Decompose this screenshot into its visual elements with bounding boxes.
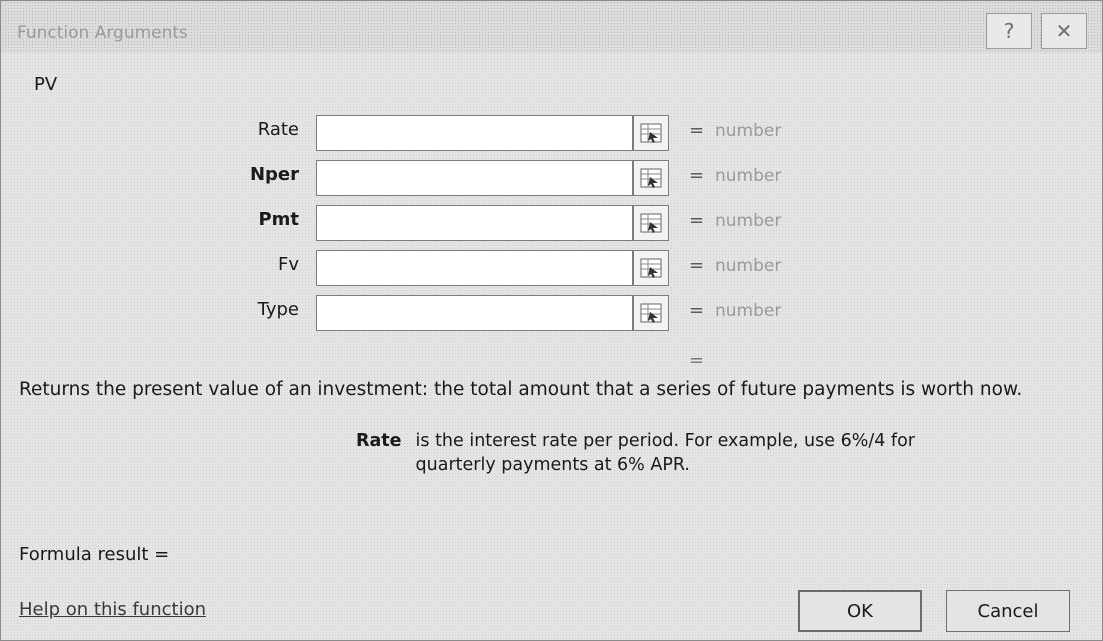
argument-help-text: is the interest rate per period. For exa… — [415, 431, 915, 475]
equals-sign: = — [689, 300, 705, 321]
ok-button[interactable]: OK — [798, 590, 922, 632]
type-input[interactable] — [316, 295, 633, 331]
fv-input[interactable] — [316, 250, 633, 286]
arg-label-type: Type — [257, 299, 299, 320]
arg-hint-pmt: number — [715, 211, 782, 231]
rate-input[interactable] — [316, 115, 633, 151]
formula-result: Formula result = — [19, 544, 170, 565]
fv-collapse-button[interactable] — [633, 250, 669, 286]
equals-sign: = — [689, 165, 705, 186]
equals-sign: = — [689, 120, 705, 141]
equals-sign: = — [689, 210, 705, 231]
function-value-equals: = — [689, 350, 705, 371]
arg-hint-type: number — [715, 301, 782, 321]
pmt-collapse-button[interactable] — [633, 205, 669, 241]
cancel-button[interactable]: Cancel — [946, 590, 1070, 632]
arg-label-rate: Rate — [257, 119, 299, 140]
pmt-input[interactable] — [316, 205, 633, 241]
title-bar[interactable]: Function Arguments ? ✕ — [1, 1, 1102, 53]
help-on-function-link[interactable]: Help on this function — [19, 599, 206, 620]
arg-hint-nper: number — [715, 166, 782, 186]
type-collapse-button[interactable] — [633, 295, 669, 331]
arg-label-pmt: Pmt — [258, 209, 299, 230]
range-select-icon — [640, 123, 662, 143]
function-name: PV — [34, 74, 58, 95]
arg-label-nper: Nper — [249, 164, 299, 185]
argument-help-name: Rate — [356, 431, 402, 451]
range-select-icon — [640, 258, 662, 278]
range-select-icon — [640, 213, 662, 233]
function-arguments-dialog: Function Arguments ? ✕ PV Rate = number … — [0, 0, 1103, 641]
range-select-icon — [640, 303, 662, 323]
close-button[interactable]: ✕ — [1041, 13, 1087, 49]
nper-input[interactable] — [316, 160, 633, 196]
close-icon: ✕ — [1055, 19, 1073, 43]
rate-collapse-button[interactable] — [633, 115, 669, 151]
function-description: Returns the present value of an investme… — [19, 379, 1023, 400]
nper-collapse-button[interactable] — [633, 160, 669, 196]
help-icon: ? — [1003, 19, 1015, 43]
arg-hint-rate: number — [715, 121, 782, 141]
arg-hint-fv: number — [715, 256, 782, 276]
argument-help: Rate is the interest rate per period. For… — [356, 429, 936, 477]
help-button[interactable]: ? — [986, 13, 1032, 49]
equals-sign: = — [689, 255, 705, 276]
arg-label-fv: Fv — [277, 254, 299, 275]
range-select-icon — [640, 168, 662, 188]
dialog-title: Function Arguments — [17, 23, 188, 43]
